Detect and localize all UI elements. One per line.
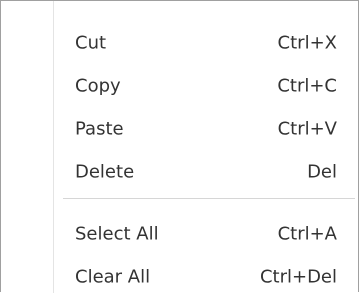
menu-item-select-all[interactable]: Select All Ctrl+A [3,212,356,255]
context-menu: Cut Ctrl+X Copy Ctrl+C Paste Ctrl+V Dele… [0,0,359,293]
menu-item-shortcut: Ctrl+A [277,223,337,244]
menu-item-label: Clear All [75,266,151,287]
menu-item-shortcut: Ctrl+C [277,75,337,96]
menu-item-label: Paste [75,118,124,139]
menu-item-label: Cut [75,32,107,53]
menu-item-shortcut: Ctrl+V [277,118,337,139]
menu-item-clear-all[interactable]: Clear All Ctrl+Del [3,255,356,298]
menu-item-copy[interactable]: Copy Ctrl+C [3,64,356,107]
menu-separator [63,198,355,199]
menu-item-label: Delete [75,161,135,182]
menu-item-shortcut: Ctrl+X [277,32,337,53]
menu-item-label: Select All [75,223,159,244]
menu-item-shortcut: Ctrl+Del [259,266,337,287]
menu-item-delete[interactable]: Delete Del [3,150,356,193]
menu-item-label: Copy [75,75,121,96]
menu-item-shortcut: Del [307,161,337,182]
menu-item-paste[interactable]: Paste Ctrl+V [3,107,356,150]
menu-item-cut[interactable]: Cut Ctrl+X [3,21,356,64]
